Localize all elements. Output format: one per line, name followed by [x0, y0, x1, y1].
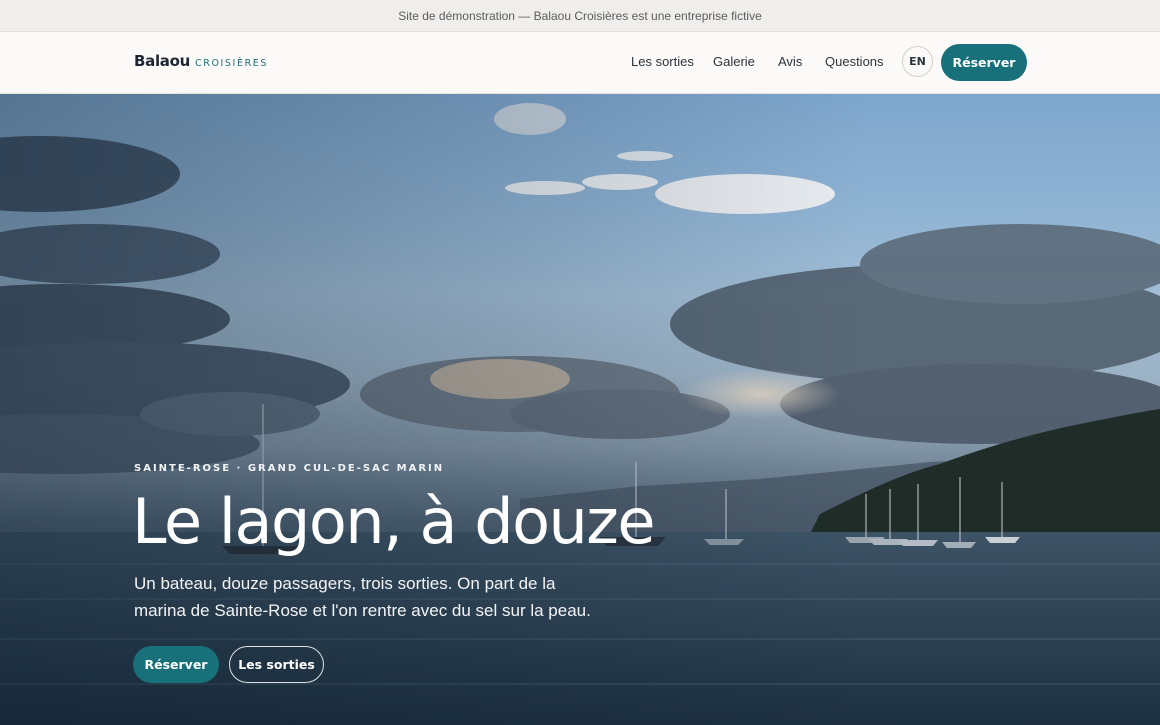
demo-banner: Site de démonstration — Balaou Croisière…	[0, 0, 1160, 32]
hero-title: Le lagon, à douze	[132, 485, 656, 558]
language-toggle-button[interactable]: EN	[902, 46, 933, 77]
hero-location-eyebrow: SAINTE-ROSE · GRAND CUL-DE-SAC MARIN	[134, 463, 445, 474]
hero-overlay	[0, 94, 1160, 725]
nav-link-avis[interactable]: Avis	[778, 54, 802, 69]
nav-link-les-sorties[interactable]: Les sorties	[631, 54, 694, 69]
demo-banner-text: Site de démonstration — Balaou Croisière…	[398, 8, 762, 23]
hero-section: SAINTE-ROSE · GRAND CUL-DE-SAC MARIN Le …	[0, 94, 1160, 725]
hero-book-button[interactable]: Réserver	[133, 646, 219, 683]
site-header: Balaou CROISIÈRES Les sorties Galerie Av…	[0, 32, 1160, 94]
nav-link-questions[interactable]: Questions	[825, 54, 884, 69]
header-book-button[interactable]: Réserver	[941, 44, 1027, 81]
nav-link-galerie[interactable]: Galerie	[713, 54, 755, 69]
hero-lede: Un bateau, douze passagers, trois sortie…	[134, 574, 591, 620]
hero-trips-button[interactable]: Les sorties	[229, 646, 324, 683]
